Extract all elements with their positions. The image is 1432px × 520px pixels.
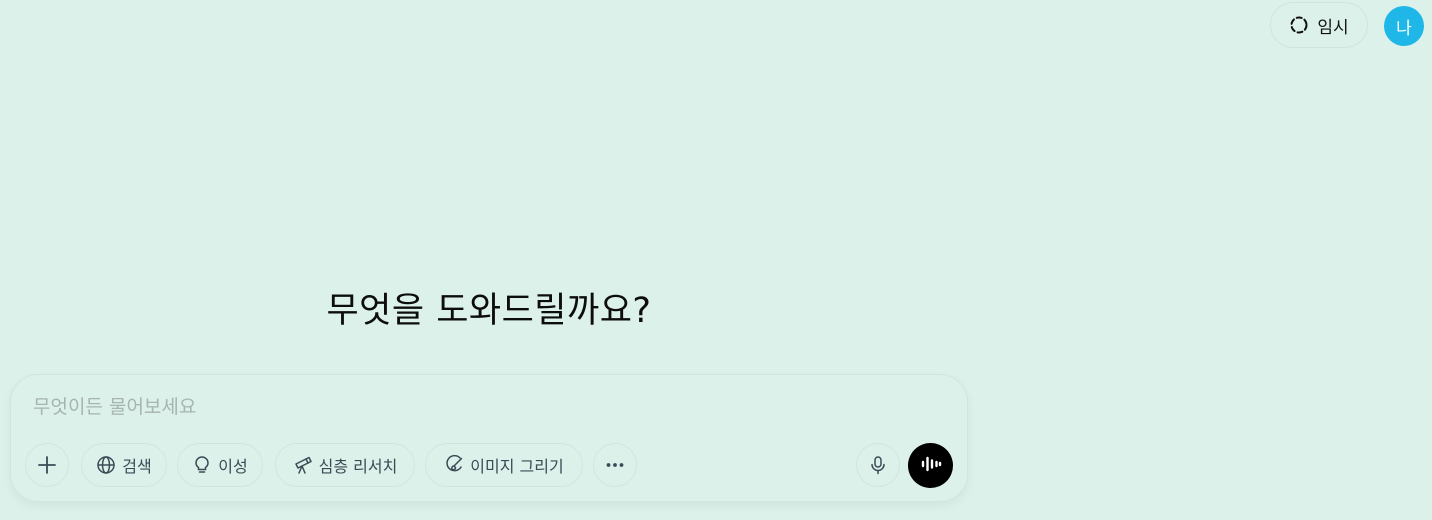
more-tools-button[interactable]: [593, 443, 637, 487]
page-title: 무엇을 도와드릴까요?: [326, 291, 652, 331]
deep-research-label: 심층 리서치: [318, 457, 398, 476]
microphone-icon: [868, 455, 888, 475]
paint-brush-icon: [444, 455, 464, 475]
composer: 검색 이성 심층 리서치: [10, 374, 968, 502]
voice-waveform-icon: [920, 453, 942, 479]
temporary-chat-label: 임시: [1317, 17, 1349, 38]
reason-button[interactable]: 이성: [177, 443, 263, 487]
deep-research-button[interactable]: 심층 리서치: [275, 443, 415, 487]
voice-mode-button[interactable]: [908, 443, 953, 488]
attach-button[interactable]: [25, 443, 69, 487]
telescope-icon: [293, 455, 313, 475]
reason-label: 이성: [218, 457, 248, 476]
more-dots-icon: [604, 454, 626, 476]
plus-icon: [36, 454, 58, 476]
avatar[interactable]: 나: [1384, 6, 1424, 46]
dictate-button[interactable]: [856, 443, 900, 487]
temporary-chat-button[interactable]: 임시: [1270, 2, 1368, 48]
chat-home-page: 임시 나 무엇을 도와드릴까요? 검색: [0, 0, 1432, 520]
lightbulb-icon: [192, 455, 212, 475]
prompt-input[interactable]: [33, 393, 933, 421]
search-button[interactable]: 검색: [81, 443, 167, 487]
avatar-initial: 나: [1396, 18, 1412, 39]
create-image-label: 이미지 그리기: [470, 457, 564, 476]
search-label: 검색: [122, 457, 152, 476]
globe-icon: [96, 455, 116, 475]
create-image-button[interactable]: 이미지 그리기: [425, 443, 583, 487]
dashed-circle-icon: [1289, 15, 1309, 35]
